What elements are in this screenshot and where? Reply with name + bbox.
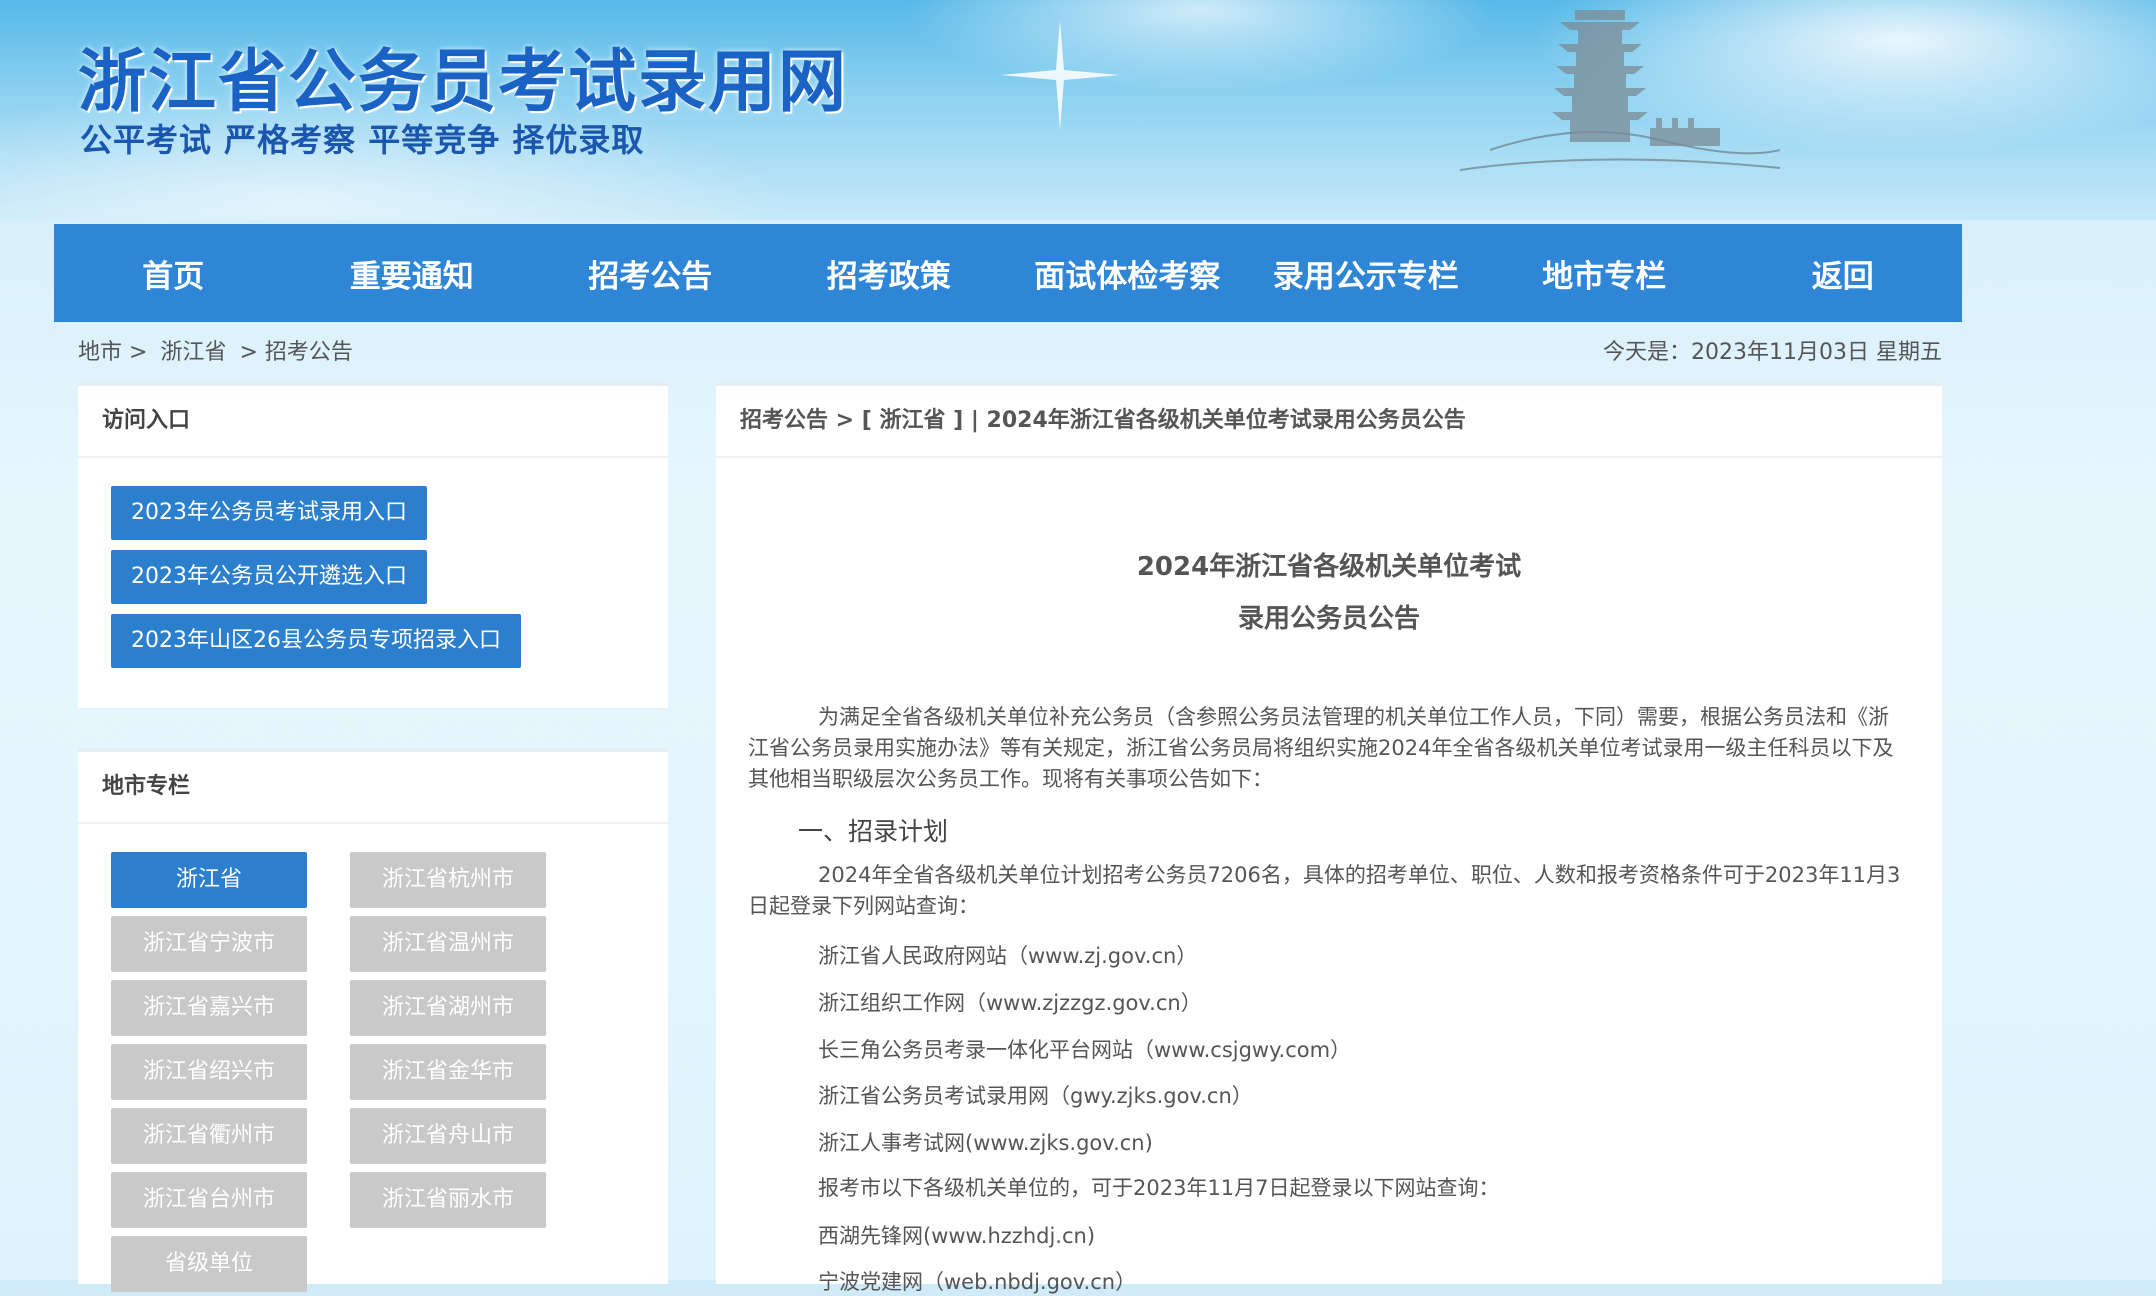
breadcrumb-province[interactable]: 浙江省 <box>160 340 226 365</box>
city-zhoushan[interactable]: 浙江省舟山市 <box>350 1108 546 1164</box>
nav-recruitment-announcements[interactable]: 招考公告 <box>531 224 770 322</box>
site-link-csjgwy[interactable]: 长三角公务员考录一体化平台网站（www.csjgwy.com） <box>818 1034 1351 1064</box>
breadcrumb-bar: 地市 > 浙江省 > 招考公告 今天是：2023年11月03日 星期五 <box>78 334 1942 370</box>
article-title-line2: 录用公务员公告 <box>1237 604 1420 634</box>
site-link-nbdj[interactable]: 宁波党建网（web.nbdj.gov.cn） <box>818 1266 1136 1296</box>
current-date: 今天是：2023年11月03日 星期五 <box>1603 340 1942 365</box>
site-link-zjks[interactable]: 浙江人事考试网(www.zjks.gov.cn) <box>818 1127 1153 1157</box>
nav-recruitment-policies[interactable]: 招考政策 <box>770 224 1009 322</box>
city-huzhou[interactable]: 浙江省湖州市 <box>350 980 546 1036</box>
city-zhejiang[interactable]: 浙江省 <box>111 852 307 908</box>
city-lishui[interactable]: 浙江省丽水市 <box>350 1172 546 1228</box>
nav-city-column[interactable]: 地市专栏 <box>1485 224 1724 322</box>
site-header: 浙江省公务员考试录用网 公平考试 严格考察 平等竞争 择优录取 <box>0 0 2156 220</box>
city-provincial-units[interactable]: 省级单位 <box>111 1236 307 1292</box>
city-shaoxing[interactable]: 浙江省绍兴市 <box>111 1044 307 1100</box>
city-ningbo[interactable]: 浙江省宁波市 <box>111 916 307 972</box>
article-breadcrumb[interactable]: 招考公告 > [ 浙江省 ] | 2024年浙江省各级机关单位考试录用公务员公告 <box>716 386 1942 458</box>
city-panel-title: 地市专栏 <box>78 752 668 824</box>
nav-home[interactable]: 首页 <box>54 224 293 322</box>
city-taizhou[interactable]: 浙江省台州市 <box>111 1172 307 1228</box>
city-panel: 地市专栏 浙江省 浙江省杭州市 浙江省宁波市 浙江省温州市 浙江省嘉兴市 浙江省… <box>78 748 668 1292</box>
city-quzhou[interactable]: 浙江省衢州市 <box>111 1108 307 1164</box>
breadcrumb-city[interactable]: 地市 > <box>78 340 147 365</box>
nav-interview-exam[interactable]: 面试体检考察 <box>1008 224 1247 322</box>
article-title-line1: 2024年浙江省各级机关单位考试 <box>1136 552 1522 582</box>
pagoda-illustration <box>1460 10 1780 171</box>
nav-hiring-publicity[interactable]: 录用公示专栏 <box>1247 224 1486 322</box>
entry-button-mountain[interactable]: 2023年山区26县公务员专项招录入口 <box>111 614 521 668</box>
site-link-zj-gov[interactable]: 浙江省人民政府网站（www.zj.gov.cn） <box>818 940 1197 970</box>
plan-paragraph: 2024年全省各级机关单位计划招考公务员7206名，具体的招考单位、职位、人数和… <box>748 863 1901 918</box>
nav-important-notices[interactable]: 重要通知 <box>293 224 532 322</box>
article-panel: 招考公告 > [ 浙江省 ] | 2024年浙江省各级机关单位考试录用公务员公告… <box>716 382 1942 1294</box>
city-jiaxing[interactable]: 浙江省嘉兴市 <box>111 980 307 1036</box>
breadcrumb-announcements[interactable]: > 招考公告 <box>239 340 352 365</box>
city-jinhua[interactable]: 浙江省金华市 <box>350 1044 546 1100</box>
site-slogan: 公平考试 严格考察 平等竞争 择优录取 <box>80 121 645 159</box>
city-query-note: 报考市以下各级机关单位的，可于2023年11月7日起登录以下网站查询： <box>818 1176 1500 1200</box>
site-title: 浙江省公务员考试录用网 <box>78 43 849 122</box>
access-panel: 访问入口 2023年公务员考试录用入口 2023年公务员公开遴选入口 2023年… <box>78 382 668 708</box>
entry-button-selection[interactable]: 2023年公务员公开遴选入口 <box>111 550 427 604</box>
city-wenzhou[interactable]: 浙江省温州市 <box>350 916 546 972</box>
site-link-gwy-zjks[interactable]: 浙江省公务员考试录用网（gwy.zjks.gov.cn） <box>818 1080 1253 1110</box>
entry-button-exam[interactable]: 2023年公务员考试录用入口 <box>111 486 427 540</box>
breadcrumb: 地市 > 浙江省 > 招考公告 <box>78 334 359 366</box>
sparkle-decoration <box>1000 20 1120 130</box>
article-intro: 为满足全省各级机关单位补充公务员（含参照公务员法管理的机关单位工作人员，下同）需… <box>748 705 1894 791</box>
site-link-hzzhdj[interactable]: 西湖先锋网(www.hzzhdj.cn) <box>818 1220 1095 1250</box>
access-panel-title: 访问入口 <box>78 386 668 458</box>
section-heading-plan: 一、招录计划 <box>798 817 949 846</box>
site-link-zjzzgz[interactable]: 浙江组织工作网（www.zjzzgz.gov.cn） <box>818 987 1202 1017</box>
city-hangzhou[interactable]: 浙江省杭州市 <box>350 852 546 908</box>
main-nav: 首页 重要通知 招考公告 招考政策 面试体检考察 录用公示专栏 地市专栏 返回 <box>54 224 1962 322</box>
nav-back[interactable]: 返回 <box>1724 224 1963 322</box>
